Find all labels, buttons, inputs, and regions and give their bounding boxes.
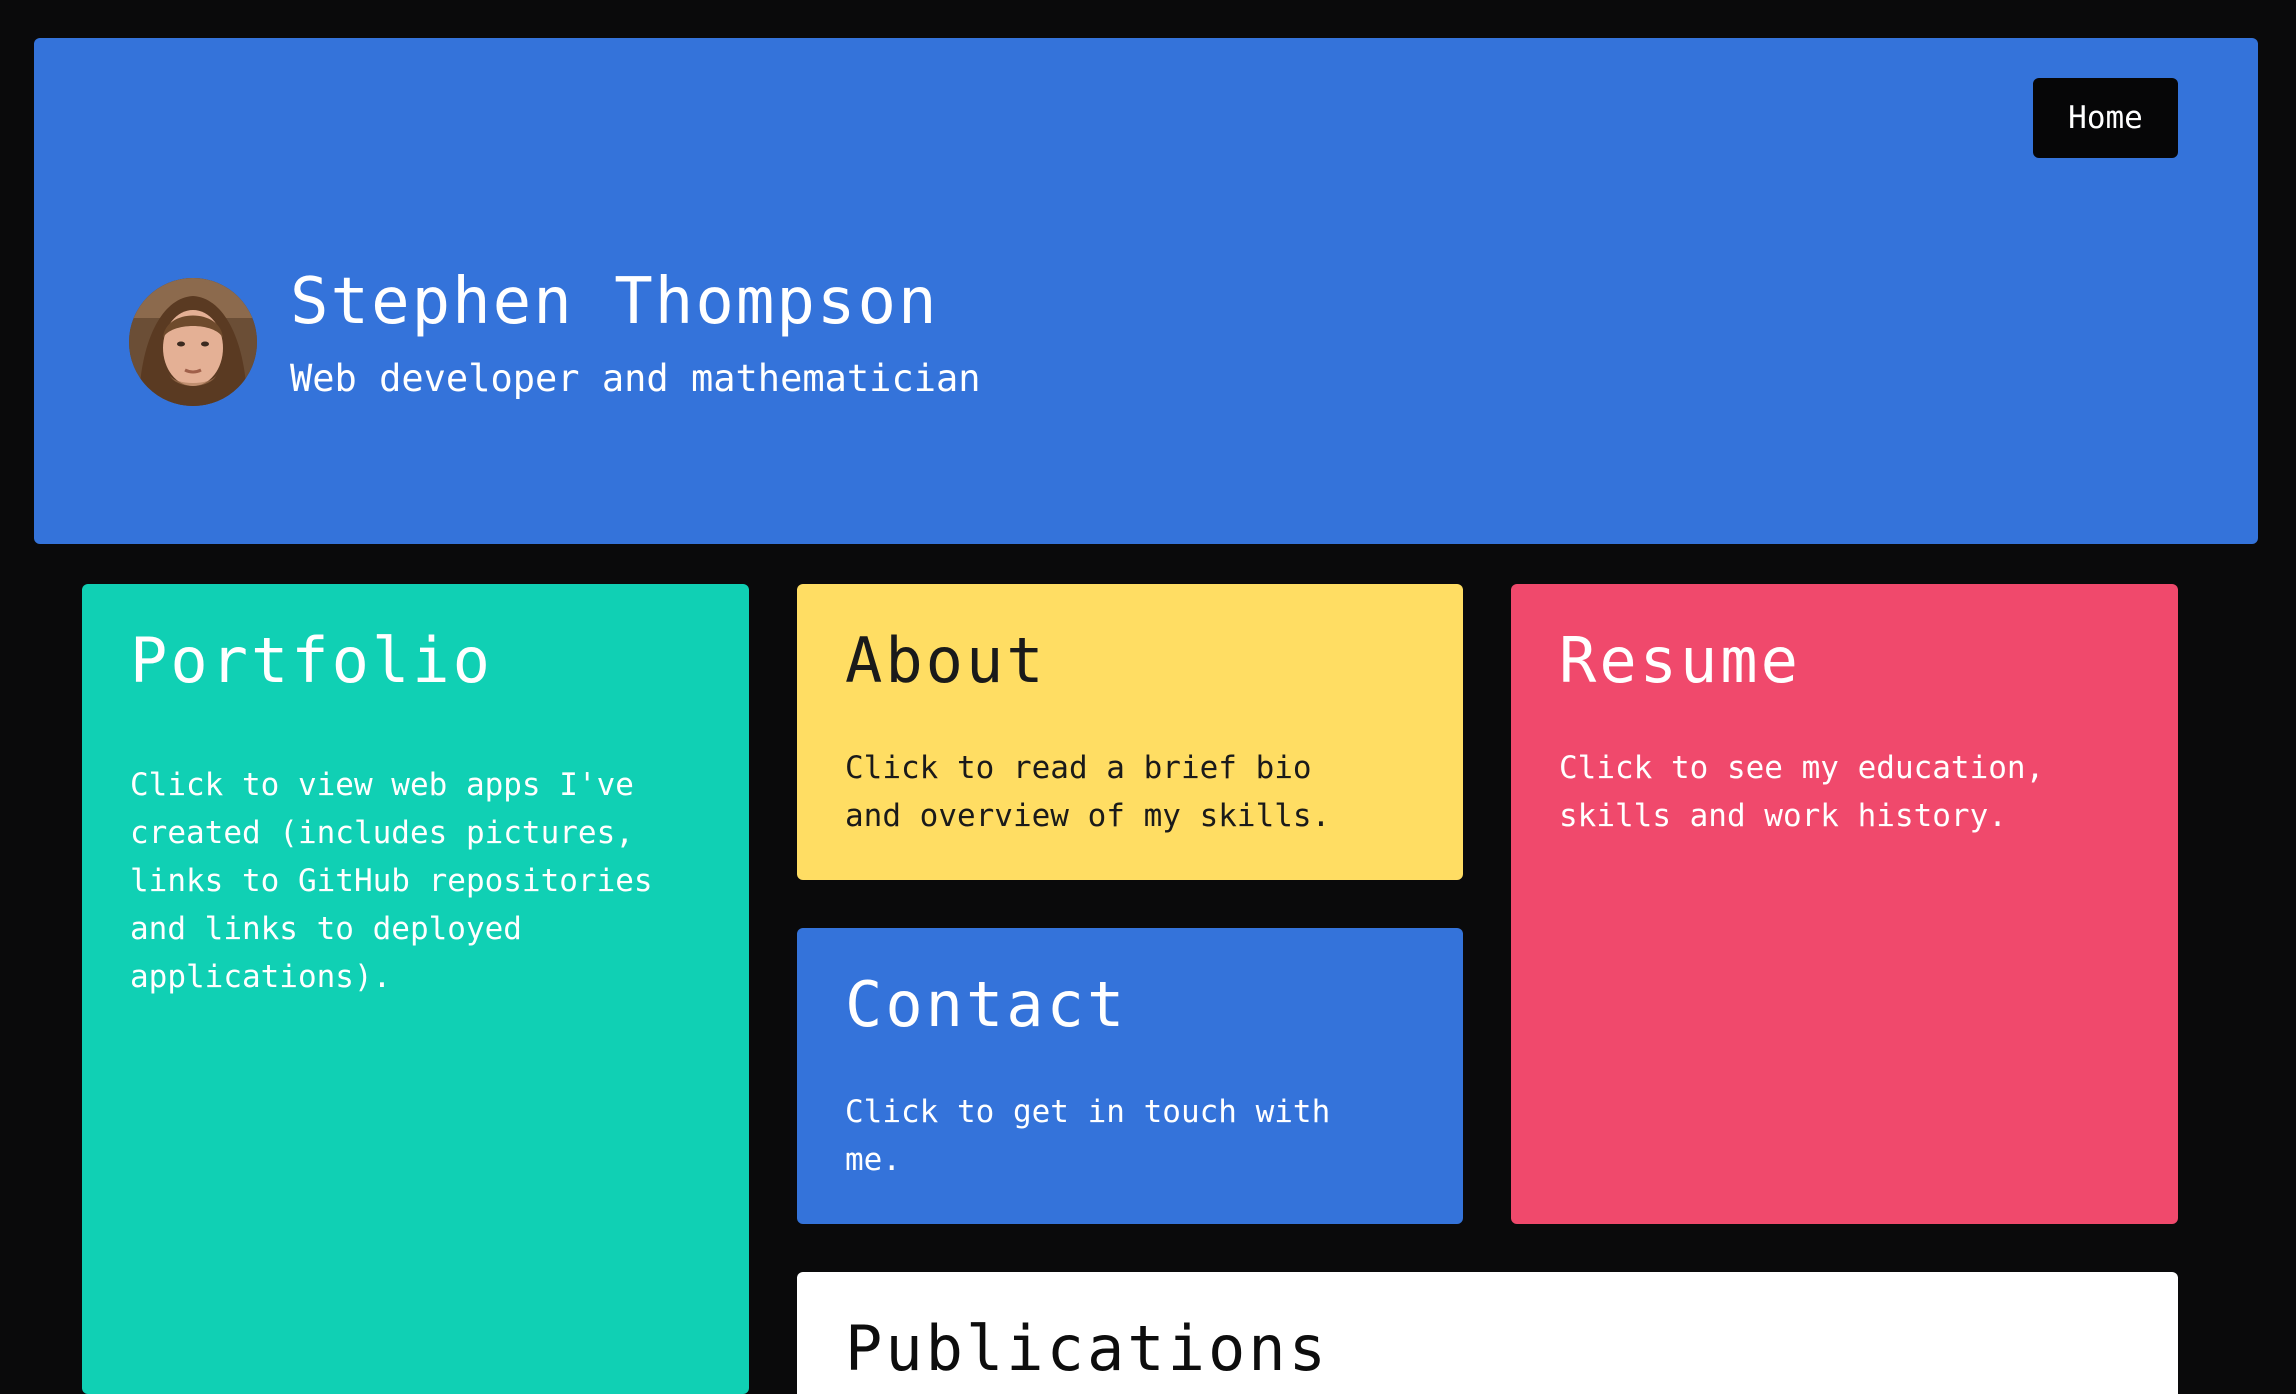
portfolio-title: Portfolio [130, 624, 493, 697]
contact-description: Click to get in touch with me. [845, 1088, 1330, 1184]
resume-description: Click to see my education, skills and wo… [1559, 744, 2044, 840]
profile-name: Stephen Thompson [290, 265, 939, 339]
home-button[interactable]: Home [2033, 78, 2178, 158]
contact-line: me. [845, 1142, 901, 1178]
publications-title: Publications [845, 1312, 1329, 1385]
about-line: and overview of my skills. [845, 798, 1331, 834]
about-description: Click to read a brief bio and overview o… [845, 744, 1330, 840]
resume-card[interactable]: Resume Click to see my education, skills… [1511, 584, 2178, 1224]
contact-line: Click to get in touch with [845, 1094, 1331, 1130]
profile-avatar [129, 278, 257, 406]
resume-title: Resume [1559, 624, 1801, 697]
profile-photo-icon [129, 278, 257, 406]
about-line: Click to read a brief bio [845, 750, 1312, 786]
about-title: About [845, 624, 1047, 697]
contact-title: Contact [845, 968, 1128, 1041]
about-card[interactable]: About Click to read a brief bio and over… [797, 584, 1463, 880]
contact-card[interactable]: Contact Click to get in touch with me. [797, 928, 1463, 1224]
portfolio-line: applications). [130, 959, 392, 995]
resume-line: skills and work history. [1559, 798, 2007, 834]
profile-tagline: Web developer and mathematician [290, 357, 981, 400]
portfolio-card[interactable]: Portfolio Click to view web apps I've cr… [82, 584, 749, 1394]
portfolio-line: created (includes pictures, [130, 815, 634, 851]
resume-line: Click to see my education, [1559, 750, 2045, 786]
portfolio-line: Click to view web apps I've [130, 767, 634, 803]
portfolio-description: Click to view web apps I've created (inc… [130, 761, 700, 1001]
portfolio-line: links to GitHub repositories [130, 863, 653, 899]
portfolio-line: and links to deployed [130, 911, 522, 947]
publications-card[interactable]: Publications [797, 1272, 2178, 1394]
